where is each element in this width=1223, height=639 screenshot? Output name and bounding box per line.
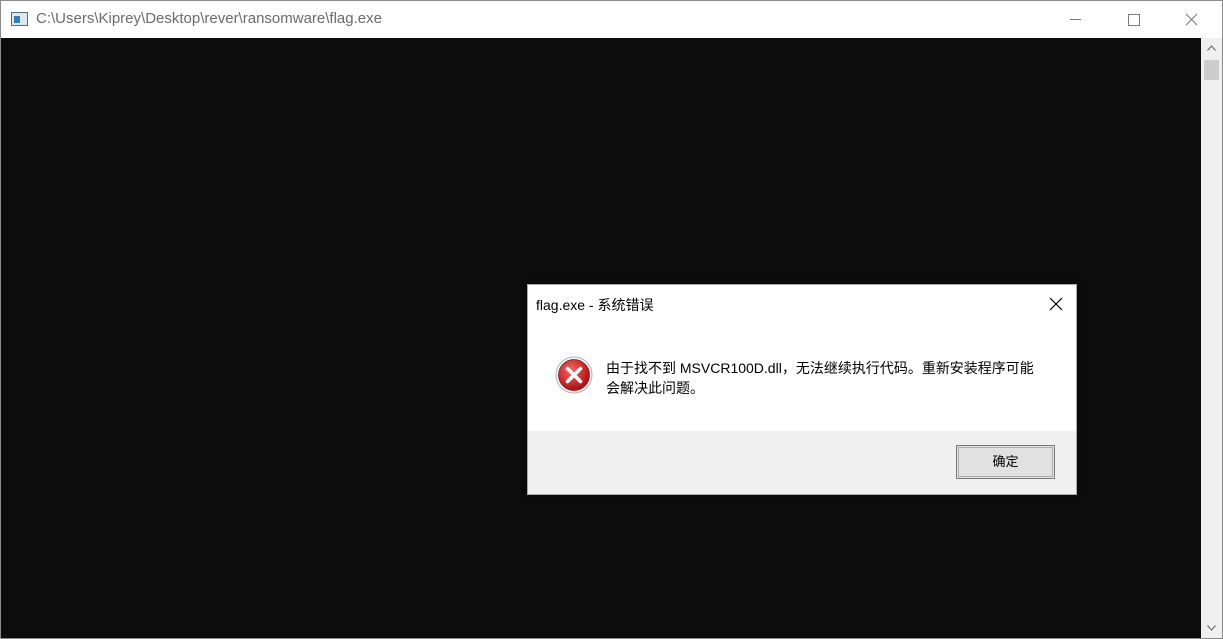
maximize-icon — [1128, 14, 1140, 26]
dialog-button-bar: 确定 — [528, 431, 1076, 494]
error-dialog: flag.exe - 系统错误 由于找不到 MSVCR100D.dll，无法继续… — [527, 284, 1077, 495]
minimize-button[interactable] — [1047, 1, 1105, 38]
maximize-button[interactable] — [1105, 1, 1163, 38]
error-message: 由于找不到 MSVCR100D.dll，无法继续执行代码。重新安装程序可能 会解… — [606, 358, 1056, 398]
close-icon — [1049, 297, 1063, 311]
error-message-line-1: 由于找不到 MSVCR100D.dll，无法继续执行代码。重新安装程序可能 — [606, 360, 1034, 376]
dialog-close-button[interactable] — [1040, 290, 1072, 318]
title-bar[interactable]: C:\Users\Kiprey\Desktop\rever\ransomware… — [1, 1, 1222, 38]
error-icon — [555, 356, 593, 394]
scroll-down-arrow-icon — [1207, 625, 1216, 631]
scroll-thumb[interactable] — [1204, 60, 1219, 80]
ok-button[interactable]: 确定 — [956, 445, 1055, 479]
window-close-button[interactable] — [1163, 1, 1221, 38]
dialog-title: flag.exe - 系统错误 — [536, 297, 654, 313]
scroll-up-button[interactable] — [1201, 38, 1222, 57]
scroll-down-button[interactable] — [1201, 619, 1222, 638]
error-message-line-2: 会解决此问题。 — [606, 380, 704, 396]
scroll-up-arrow-icon — [1207, 45, 1216, 51]
minimize-icon — [1070, 19, 1081, 20]
vertical-scrollbar[interactable] — [1201, 38, 1222, 638]
window-title: C:\Users\Kiprey\Desktop\rever\ransomware… — [36, 10, 382, 27]
close-icon — [1185, 13, 1198, 26]
console-app-icon — [11, 12, 28, 26]
